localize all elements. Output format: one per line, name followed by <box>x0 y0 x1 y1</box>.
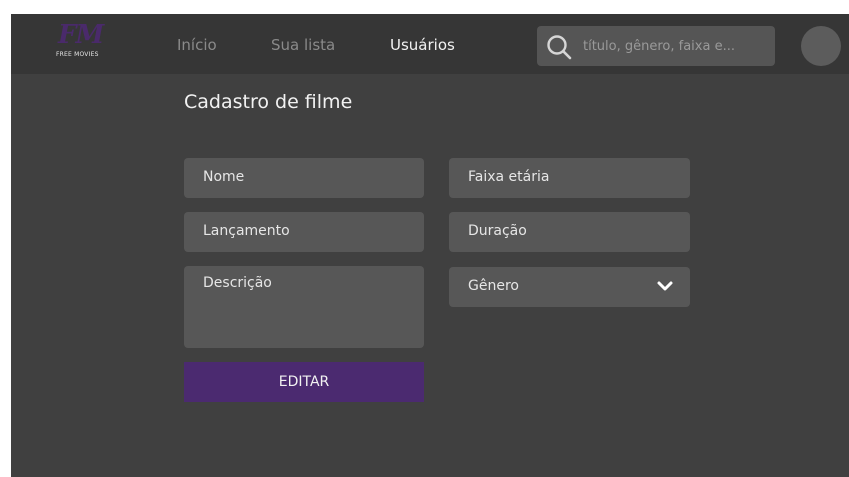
faixa-etaria-field[interactable]: Faixa etária <box>449 158 690 198</box>
lancamento-field[interactable]: Lançamento <box>184 212 424 252</box>
search-icon[interactable] <box>545 33 573 61</box>
app-frame: FM FREE MOVIES Início Sua lista Usuários… <box>11 14 849 477</box>
genero-select[interactable]: Gênero <box>449 267 690 307</box>
page-title: Cadastro de filme <box>184 91 353 113</box>
search-box[interactable] <box>537 26 775 66</box>
genero-placeholder: Gênero <box>468 278 519 294</box>
nome-placeholder: Nome <box>203 169 245 185</box>
brand-logo[interactable]: FM FREE MOVIES <box>48 20 110 66</box>
logo-text: FREE MOVIES <box>56 51 99 58</box>
nome-field[interactable]: Nome <box>184 158 424 198</box>
editar-button[interactable]: EDITAR <box>184 362 424 402</box>
chevron-down-icon[interactable] <box>656 279 674 293</box>
lancamento-placeholder: Lançamento <box>203 223 290 239</box>
nav-link-sua-lista[interactable]: Sua lista <box>271 36 335 54</box>
descricao-field[interactable]: Descrição <box>184 266 424 348</box>
top-navbar: FM FREE MOVIES Início Sua lista Usuários <box>11 14 849 74</box>
faixa-etaria-placeholder: Faixa etária <box>468 169 550 185</box>
duracao-field[interactable]: Duração <box>449 212 690 252</box>
logo-mark: FM <box>58 20 104 50</box>
search-input[interactable] <box>583 26 769 66</box>
descricao-placeholder: Descrição <box>203 275 272 291</box>
nav-link-usuarios[interactable]: Usuários <box>390 36 455 54</box>
avatar[interactable] <box>801 26 841 66</box>
duracao-placeholder: Duração <box>468 223 527 239</box>
nav-link-inicio[interactable]: Início <box>177 36 217 54</box>
